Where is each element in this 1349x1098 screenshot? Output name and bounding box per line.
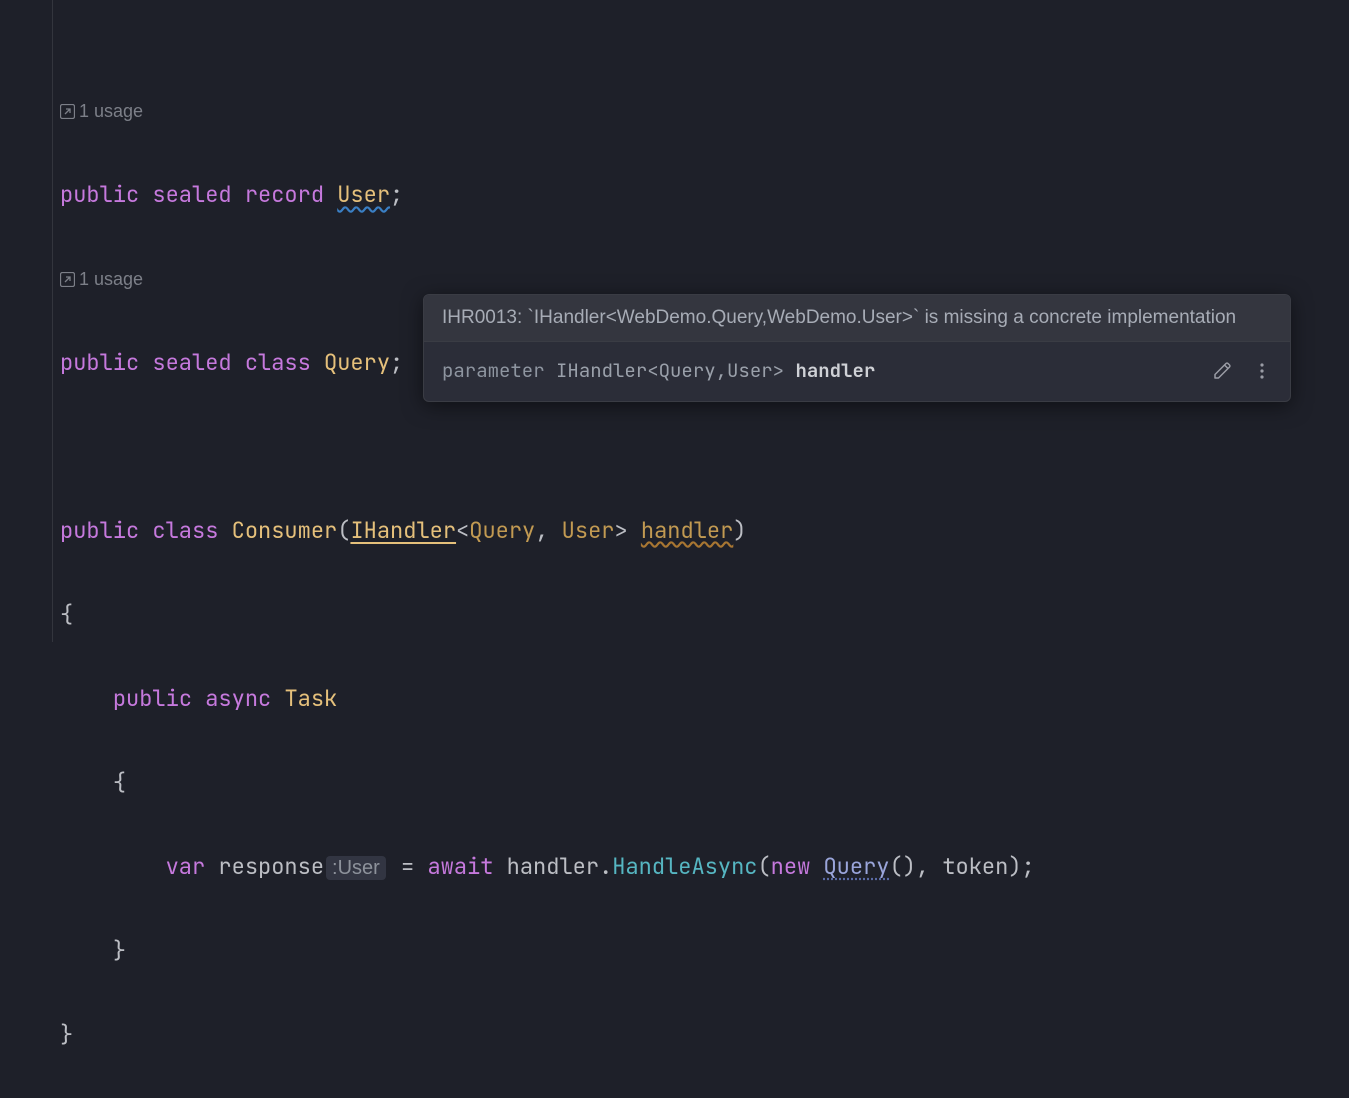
inlay-hint-type[interactable]: :User [326,856,386,880]
ctor-query[interactable]: Query [823,852,889,881]
keyword: public [60,348,139,377]
type-query[interactable]: Query [324,348,390,377]
tooltip-body: parameter IHandler<Query,User> handler [424,342,1290,401]
method-handleasync[interactable]: HandleAsync [612,852,757,881]
diagnostic-tooltip: IHR0013: `IHandler<WebDemo.Query,WebDemo… [423,294,1291,402]
brace-open: { [60,600,73,629]
type-param-query[interactable]: Query [469,516,535,545]
edit-icon[interactable] [1212,361,1232,381]
usage-hint[interactable]: 1 usage [60,258,143,300]
keyword: sealed [152,180,231,209]
keyword: await [427,852,493,881]
keyword: new [771,852,811,881]
type-consumer[interactable]: Consumer [232,516,338,545]
brace-close: } [113,936,126,965]
punct: < [456,516,469,545]
brace-close: } [60,1020,73,1049]
usage-count-label: 1 usage [79,90,143,132]
code-editor[interactable]: 1 usage public sealed record User; 1 usa… [60,48,1035,1098]
type-ihandler[interactable]: IHandler [350,516,456,545]
more-icon[interactable] [1252,361,1272,381]
punct: ); [1008,852,1034,881]
label-parameter: parameter [442,358,556,383]
keyword: public [60,180,139,209]
keyword: class [152,516,218,545]
punct: ; [390,180,403,209]
keyword: var [166,852,206,881]
punct: ; [390,348,403,377]
punct: . [599,852,612,881]
parameter-name: handler [795,358,875,383]
ref-token[interactable]: token [942,852,1008,881]
brace-open: { [113,768,126,797]
goto-icon [60,272,75,287]
keyword: record [245,180,324,209]
usage-hint[interactable]: 1 usage [60,90,143,132]
keyword: async [205,684,271,713]
keyword: public [113,684,192,713]
diagnostic-message: : `IHandler<WebDemo.Query,WebDemo.User>`… [517,307,1236,328]
param-handler[interactable]: handler [641,516,733,545]
punct: ( [757,852,770,881]
tooltip-header: IHR0013: `IHandler<WebDemo.Query,WebDemo… [424,295,1290,342]
type-param-user[interactable]: User [562,516,615,545]
punct: , [916,852,942,881]
var-response[interactable]: response [218,852,324,881]
gutter [0,0,53,642]
usage-count-label: 1 usage [79,258,143,300]
parameter-info: parameter IHandler<Query,User> handler [442,358,875,383]
keyword: public [60,516,139,545]
keyword: class [245,348,311,377]
goto-icon [60,104,75,119]
ref-handler[interactable]: handler [507,852,599,881]
punct: () [890,852,916,881]
punct: = [388,852,428,881]
punct: > [614,516,627,545]
punct: ) [733,516,746,545]
keyword: sealed [152,348,231,377]
punct: ( [337,516,350,545]
type-user[interactable]: User [337,180,390,209]
punct: , [535,516,561,545]
parameter-type: IHandler<Query,User> [556,358,784,383]
diagnostic-code: IHR0013 [442,307,517,328]
type-task[interactable]: Task [284,684,337,713]
